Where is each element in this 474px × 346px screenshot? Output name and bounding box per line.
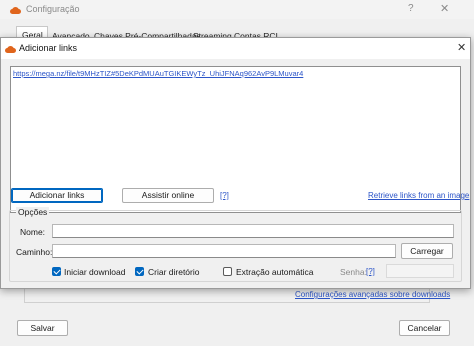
password-input: [386, 264, 454, 278]
config-title: Configuração: [26, 4, 80, 14]
path-input[interactable]: [52, 244, 396, 258]
help-icon[interactable]: ?: [408, 3, 414, 14]
password-help-link[interactable]: [?]: [366, 267, 375, 276]
watch-online-button[interactable]: Assistir online: [122, 188, 214, 203]
load-button[interactable]: Carregar: [401, 243, 453, 259]
save-button[interactable]: Salvar: [17, 320, 68, 336]
app-logo-icon: [10, 5, 21, 14]
watch-online-help-link[interactable]: [?]: [220, 191, 229, 200]
password-label: Senha:: [340, 267, 367, 277]
options-group-title: Opções: [16, 207, 50, 217]
add-links-button[interactable]: Adicionar links: [11, 188, 103, 203]
dialog-title-bar: Adicionar links ✕: [1, 38, 470, 59]
dialog-title: Adicionar links: [19, 43, 78, 53]
retrieve-links-image-link[interactable]: Retrieve links from an image: [368, 191, 469, 200]
mega-link[interactable]: https://mega.nz/file/t9MHzTIZ#5DeKPdMUAu…: [13, 69, 303, 78]
config-close-icon[interactable]: ✕: [440, 2, 449, 15]
start-download-checkbox[interactable]: [52, 267, 61, 276]
auto-extract-label[interactable]: Extração automática: [236, 267, 313, 277]
cancel-button[interactable]: Cancelar: [399, 320, 450, 336]
create-dir-checkbox[interactable]: [135, 267, 144, 276]
path-label: Caminho:: [16, 247, 53, 257]
name-input[interactable]: [52, 224, 454, 238]
advanced-downloads-link[interactable]: Configurações avançadas sobre downloads: [295, 290, 450, 299]
dialog-logo-icon: [5, 44, 16, 53]
add-links-dialog: Adicionar links ✕ https://mega.nz/file/t…: [0, 37, 471, 289]
auto-extract-checkbox[interactable]: [223, 267, 232, 276]
start-download-label[interactable]: Iniciar download: [64, 267, 125, 277]
dialog-close-icon[interactable]: ✕: [457, 41, 466, 54]
config-title-bar: Configuração ? ✕: [0, 0, 474, 19]
create-dir-label[interactable]: Criar diretório: [148, 267, 200, 277]
name-label: Nome:: [20, 227, 46, 237]
